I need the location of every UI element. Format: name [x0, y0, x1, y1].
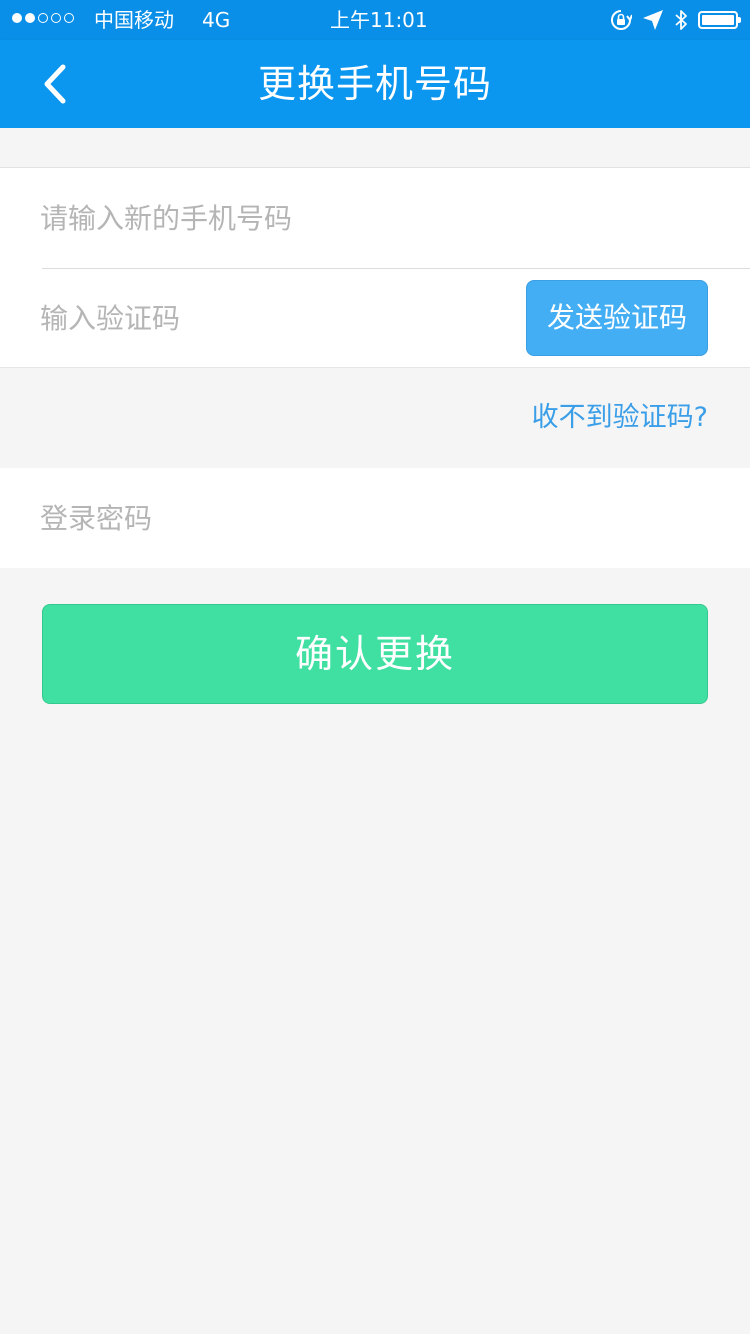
- chevron-left-icon: [44, 64, 66, 104]
- signal-dot: [51, 13, 61, 23]
- code-not-received-link[interactable]: 收不到验证码?: [532, 400, 708, 436]
- code-row: 发送验证码: [0, 268, 750, 368]
- new-phone-input[interactable]: [40, 192, 700, 244]
- location-arrow-icon: [643, 10, 663, 30]
- verification-code-input[interactable]: [40, 292, 480, 344]
- phone-verification-group: 发送验证码: [0, 168, 750, 368]
- signal-dot: [12, 13, 22, 23]
- carrier-name: 中国移动: [94, 8, 174, 32]
- bluetooth-icon: [675, 10, 687, 30]
- navigation-bar: 更换手机号码: [0, 40, 750, 128]
- send-code-button[interactable]: 发送验证码: [526, 280, 708, 356]
- phone-row: [0, 168, 750, 268]
- battery-icon: [698, 11, 741, 29]
- back-button[interactable]: [30, 60, 78, 108]
- network-type: 4G: [202, 8, 231, 32]
- signal-dot: [25, 13, 35, 23]
- signal-strength-icon: [12, 13, 74, 23]
- rotation-lock-icon: [611, 10, 632, 30]
- confirm-change-button[interactable]: 确认更换: [42, 604, 708, 704]
- status-icons: [610, 7, 741, 33]
- top-spacer: [0, 128, 750, 168]
- page-title: 更换手机号码: [257, 62, 492, 106]
- status-bar: 中国移动 4G 上午11:01: [0, 0, 750, 40]
- battery-level: [702, 15, 734, 25]
- status-time: 上午11:01: [330, 8, 428, 32]
- login-password-input[interactable]: [40, 492, 700, 544]
- signal-dot: [64, 13, 74, 23]
- password-row: [0, 468, 750, 568]
- signal-dot: [38, 13, 48, 23]
- password-group: [0, 468, 750, 568]
